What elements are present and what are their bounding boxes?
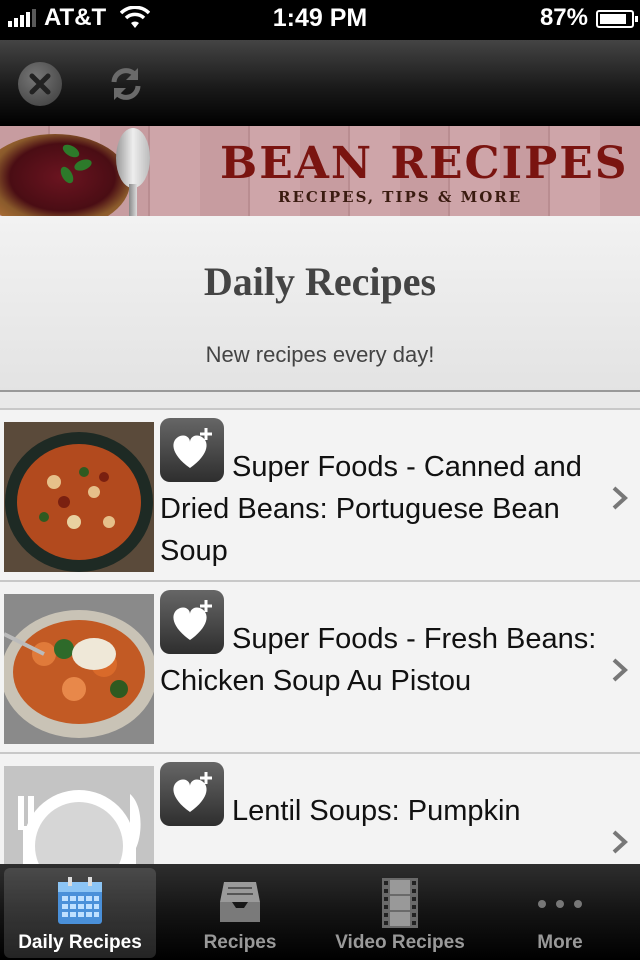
banner[interactable]: BEAN RECIPES RECIPES, TIPS & MORE xyxy=(0,126,640,216)
tab-video-recipes[interactable]: Video Recipes xyxy=(324,868,476,958)
close-icon xyxy=(29,73,51,95)
page-title: Daily Recipes xyxy=(203,259,437,304)
chevron-right-icon xyxy=(612,486,628,510)
list-item[interactable]: Super Foods - Fresh Beans: Chicken Soup … xyxy=(0,580,640,752)
banner-subtitle: RECIPES, TIPS & MORE xyxy=(278,188,523,206)
recipe-title: Super Foods - Canned and Dried Beans: Po… xyxy=(160,451,582,567)
tab-more[interactable]: More xyxy=(484,868,636,958)
recipe-list: Super Foods - Canned and Dried Beans: Po… xyxy=(0,408,640,924)
banner-title: BEAN RECIPES xyxy=(220,138,629,189)
calendar-icon xyxy=(58,877,102,924)
recipe-thumbnail xyxy=(4,422,154,572)
status-bar: AT&T 1:49 PM 87% xyxy=(0,0,640,40)
page-header: Daily Recipes New recipes every day! xyxy=(0,216,640,392)
tab-bar: Daily Recipes Recipes Video Recipes More xyxy=(0,864,640,960)
tab-label: Video Recipes xyxy=(335,932,465,953)
battery-icon xyxy=(596,10,638,28)
tab-label: Recipes xyxy=(203,932,277,953)
spoon-image xyxy=(116,128,150,188)
list-item[interactable]: Super Foods - Canned and Dried Beans: Po… xyxy=(0,408,640,580)
close-button[interactable] xyxy=(18,62,62,106)
film-icon xyxy=(382,878,418,928)
chevron-right-icon xyxy=(612,830,628,854)
tab-label: Daily Recipes xyxy=(18,932,142,953)
recipe-title: Lentil Soups: Pumpkin xyxy=(232,795,521,827)
recipe-title: Super Foods - Fresh Beans: Chicken Soup … xyxy=(160,623,597,697)
refresh-button[interactable] xyxy=(104,62,148,106)
tab-daily-recipes[interactable]: Daily Recipes xyxy=(4,868,156,958)
chevron-right-icon xyxy=(612,658,628,682)
inbox-icon xyxy=(220,882,260,922)
battery-percent: 87% xyxy=(539,4,588,31)
more-icon xyxy=(538,900,582,908)
tab-label: More xyxy=(537,932,583,953)
tab-recipes[interactable]: Recipes xyxy=(164,868,316,958)
page-subtitle: New recipes every day! xyxy=(205,342,435,367)
refresh-icon xyxy=(111,68,141,100)
toolbar xyxy=(0,40,640,126)
recipe-thumbnail xyxy=(4,594,154,744)
divider xyxy=(0,390,640,392)
